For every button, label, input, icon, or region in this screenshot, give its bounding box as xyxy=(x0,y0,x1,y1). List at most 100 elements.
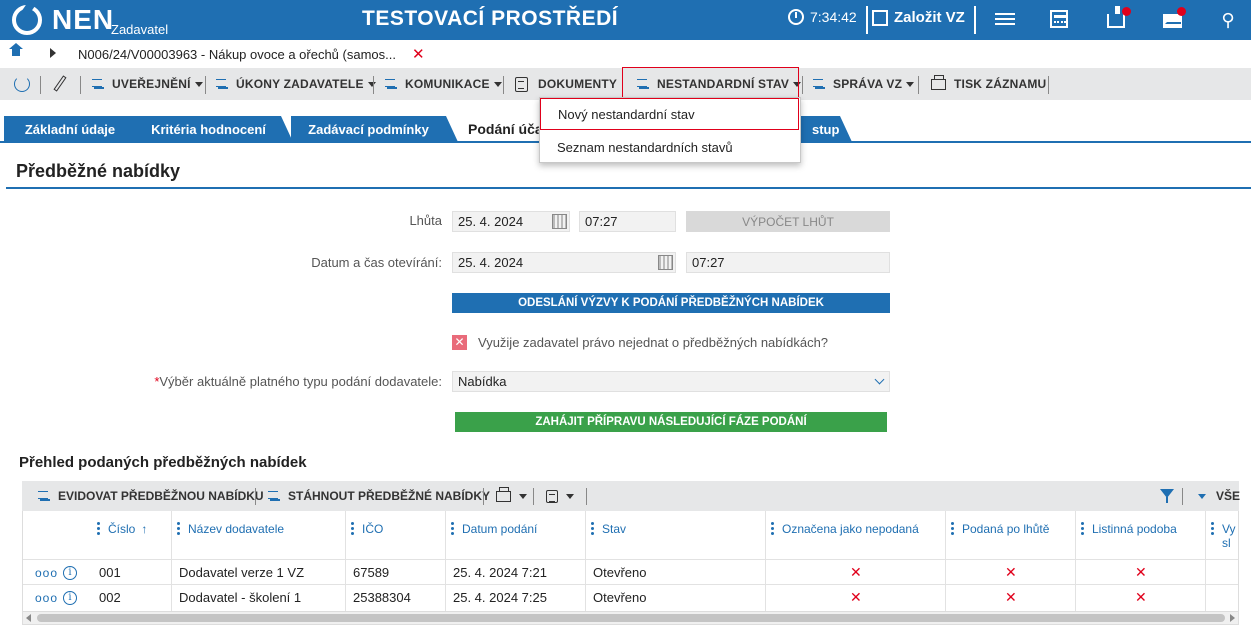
caret-down-icon xyxy=(367,81,376,87)
view-filter-select[interactable]: VŠE xyxy=(1198,481,1240,511)
tab-label: Základní údaje xyxy=(24,121,116,137)
column-header-label: Číslo xyxy=(108,522,136,536)
field-value: 25. 4. 2024 xyxy=(458,214,524,229)
user-icon[interactable]: ⚲ xyxy=(1218,10,1238,30)
column-header-datum[interactable]: Datum podání xyxy=(451,511,537,559)
nen-logo-icon xyxy=(12,5,42,35)
calculator-icon[interactable] xyxy=(1050,10,1068,28)
row-actions-icon[interactable]: ooo xyxy=(35,560,58,585)
home-icon[interactable] xyxy=(9,43,23,59)
tab-zakladni-udaje[interactable]: Základní údaje xyxy=(4,116,148,142)
calendar-icon[interactable] xyxy=(552,214,567,229)
vypocet-lhut-button[interactable]: VÝPOČET LHŮT xyxy=(686,211,890,232)
scroll-right-icon[interactable] xyxy=(1230,614,1235,622)
caret-down-icon xyxy=(1198,493,1206,499)
tab-kriteria-hodnoceni[interactable]: Kritéria hodnocení xyxy=(136,116,293,142)
column-menu-icon[interactable] xyxy=(451,522,454,537)
odeslani-vyzvy-button[interactable]: ODESLÁNÍ VÝZVY K PODÁNÍ PŘEDBĚŽNÝCH NABÍ… xyxy=(452,293,890,313)
tab-zadavaci-podminky[interactable]: Zadávací podmínky xyxy=(291,116,458,142)
list-icon xyxy=(38,490,52,502)
menu-item-seznam-nestandardnich-stavu[interactable]: Seznam nestandardních stavů xyxy=(540,131,800,163)
clock-icon xyxy=(788,9,804,25)
tab-podani-ucasti[interactable]: Podání úča xyxy=(468,116,543,142)
column-menu-icon[interactable] xyxy=(97,522,100,537)
close-icon[interactable]: ✕ xyxy=(412,45,425,63)
create-vz-button[interactable]: Založit VZ xyxy=(872,9,965,26)
nejednat-checkbox[interactable]: ✕ xyxy=(452,335,467,350)
dokumenty-label: DOKUMENTY xyxy=(538,77,618,91)
column-header-label: Vy sl xyxy=(1222,522,1236,550)
session-clock: 7:34:42 xyxy=(788,9,857,25)
cell-nazev: Dodavatel - školení 1 xyxy=(179,590,302,605)
cell-ico: 25388304 xyxy=(353,590,411,605)
column-menu-icon[interactable] xyxy=(1081,522,1084,537)
row-actions-icon[interactable]: ooo xyxy=(35,585,58,610)
scroll-left-icon[interactable] xyxy=(26,614,31,622)
sort-ascending-icon: ↑ xyxy=(141,522,148,536)
view-filter-label: VŠE xyxy=(1216,489,1241,503)
cross-icon: ✕ xyxy=(1135,564,1147,580)
caret-down-icon xyxy=(519,493,527,499)
uverejneni-menu[interactable]: UVEŘEJNĚNÍ xyxy=(92,68,203,100)
calendar-icon[interactable] xyxy=(658,255,673,270)
column-header-nepodana[interactable]: Označena jako nepodaná xyxy=(771,511,919,559)
breadcrumb-item[interactable]: N006/24/V00003963 - Nákup ovoce a ořechů… xyxy=(78,47,396,62)
column-menu-icon[interactable] xyxy=(771,522,774,537)
column-header-vy[interactable]: Vy sl xyxy=(1211,511,1238,559)
column-menu-icon[interactable] xyxy=(177,522,180,537)
ukony-label: ÚKONY ZADAVATELE xyxy=(236,77,364,91)
typ-podani-select[interactable]: Nabídka xyxy=(452,371,890,392)
caret-down-icon xyxy=(493,81,502,87)
refresh-icon[interactable] xyxy=(14,76,30,92)
horizontal-scrollbar[interactable] xyxy=(22,611,1239,625)
otevirani-time-field[interactable]: 07:27 xyxy=(686,252,890,273)
column-header-ico[interactable]: IČO xyxy=(351,511,383,559)
zahajit-pripravu-button[interactable]: ZAHÁJIT PŘÍPRAVU NÁSLEDUJÍCÍ FÁZE PODÁNÍ xyxy=(455,412,887,432)
table-row[interactable]: ooo i 002 Dodavatel - školení 1 25388304… xyxy=(23,584,1238,610)
column-header-label: Podaná po lhůtě xyxy=(962,522,1050,536)
column-header-nazev[interactable]: Název dodavatele xyxy=(177,511,284,559)
offers-grid: Číslo ↑ Název dodavatele IČO Datum podán… xyxy=(22,511,1239,611)
column-menu-icon[interactable] xyxy=(591,522,594,537)
ukony-zadavatele-menu[interactable]: ÚKONY ZADAVATELE xyxy=(216,68,376,100)
column-header-cislo[interactable]: Číslo ↑ xyxy=(97,511,147,559)
stahnout-button[interactable]: STÁHNOUT PŘEDBĚŽNÉ NABÍDKY xyxy=(268,481,490,511)
column-menu-icon[interactable] xyxy=(1211,522,1214,537)
cross-icon: ✕ xyxy=(1005,564,1017,580)
print-menu-button[interactable] xyxy=(496,481,527,511)
mail-icon[interactable] xyxy=(1163,14,1182,28)
column-header-listinna[interactable]: Listinná podoba xyxy=(1081,511,1177,559)
lhuta-date-field[interactable]: 25. 4. 2024 xyxy=(452,211,570,232)
komunikace-menu[interactable]: KOMUNIKACE xyxy=(385,68,502,100)
sprava-vz-menu[interactable]: SPRÁVA VZ xyxy=(813,68,915,100)
otevirani-date-field[interactable]: 25. 4. 2024 xyxy=(452,252,676,273)
menu-item-novy-nestandardni-stav[interactable]: Nový nestandardní stav xyxy=(540,98,799,130)
clock-time: 7:34:42 xyxy=(810,9,857,25)
row-info-icon[interactable]: i xyxy=(63,560,77,585)
cell-datum: 25. 4. 2024 7:21 xyxy=(453,565,547,580)
tab-postupu[interactable]: stupu xyxy=(800,116,852,142)
dokumenty-button[interactable]: DOKUMENTY xyxy=(515,68,617,100)
lhuta-time-field[interactable]: 07:27 xyxy=(579,211,676,232)
evidovat-button[interactable]: EVIDOVAT PŘEDBĚŽNOU NABÍDKU xyxy=(38,481,264,511)
field-value: 07:27 xyxy=(585,214,618,229)
print-icon xyxy=(496,486,511,502)
filter-icon[interactable] xyxy=(1160,489,1174,503)
column-menu-icon[interactable] xyxy=(951,522,954,537)
scrollbar-thumb[interactable] xyxy=(37,614,1225,622)
column-header-po-lhute[interactable]: Podaná po lhůtě xyxy=(951,511,1049,559)
column-menu-icon[interactable] xyxy=(351,522,354,537)
environment-title: TESTOVACÍ PROSTŘEDÍ xyxy=(362,7,619,30)
pencil-icon[interactable] xyxy=(53,75,67,92)
section-underline xyxy=(6,187,1251,189)
row-info-icon[interactable]: i xyxy=(63,585,77,610)
caret-down-icon xyxy=(194,81,203,87)
export-menu-button[interactable] xyxy=(546,481,574,511)
menu-icon[interactable] xyxy=(995,10,1015,30)
list-icon xyxy=(92,78,106,90)
inbox-icon[interactable] xyxy=(1107,6,1125,28)
tisk-zaznamu-button[interactable]: TISK ZÁZNAMU xyxy=(931,68,1046,100)
column-header-stav[interactable]: Stav xyxy=(591,511,626,559)
cross-icon: ✕ xyxy=(850,589,862,605)
table-row[interactable]: ooo i 001 Dodavatel verze 1 VZ 67589 25.… xyxy=(23,559,1238,585)
